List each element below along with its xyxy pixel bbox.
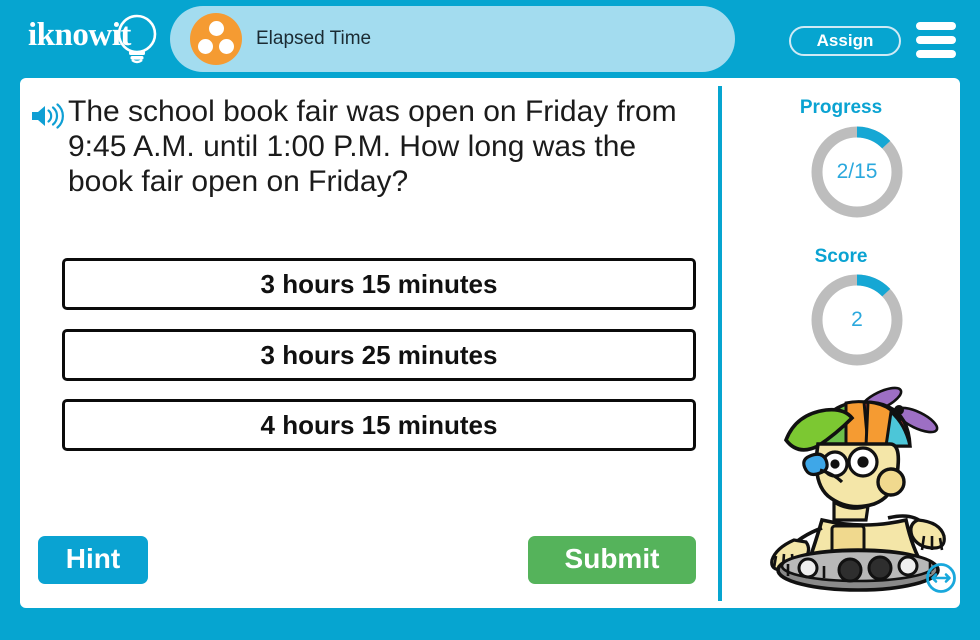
progress-label: Progress [799,97,883,118]
answer-option-3[interactable]: 4 hours 15 minutes [62,399,696,451]
hamburger-menu-icon[interactable] [916,22,956,58]
menu-bar [916,50,956,58]
submit-button[interactable]: Submit [528,536,696,584]
menu-bar [916,36,956,44]
logo-text: iknowit [28,17,131,53]
score-label: Score [814,246,868,267]
content-card: The school book fair was open on Friday … [20,78,960,608]
progress-value: 2/15 [836,160,878,183]
speaker-audio-icon[interactable] [30,102,64,130]
app-root: iknowit Elapsed Time Assign The school b… [0,0,980,640]
iknowit-logo[interactable]: iknowit [28,13,168,65]
progress-ring: 2/15 [807,122,907,222]
topic-tab[interactable]: Elapsed Time [170,6,735,72]
answer-option-2[interactable]: 3 hours 25 minutes [62,329,696,381]
sidebar: Progress 2/15 Score 2 [722,78,960,608]
horizontal-resize-arrow-icon[interactable] [925,562,957,594]
menu-bar [916,22,956,30]
assign-button[interactable]: Assign [789,26,901,56]
topic-title: Elapsed Time [256,28,372,49]
app-header: iknowit Elapsed Time Assign [0,0,980,78]
score-value: 2 [851,308,863,331]
dot [219,39,234,54]
three-dots-circle-icon [190,13,242,65]
robot-mascot-propeller-hat [770,386,946,592]
hint-button[interactable]: Hint [38,536,148,584]
answer-option-1[interactable]: 3 hours 15 minutes [62,258,696,310]
dot [208,21,224,36]
question-text: The school book fair was open on Friday … [68,95,677,198]
score-ring: 2 [807,270,907,370]
dot [198,39,213,54]
